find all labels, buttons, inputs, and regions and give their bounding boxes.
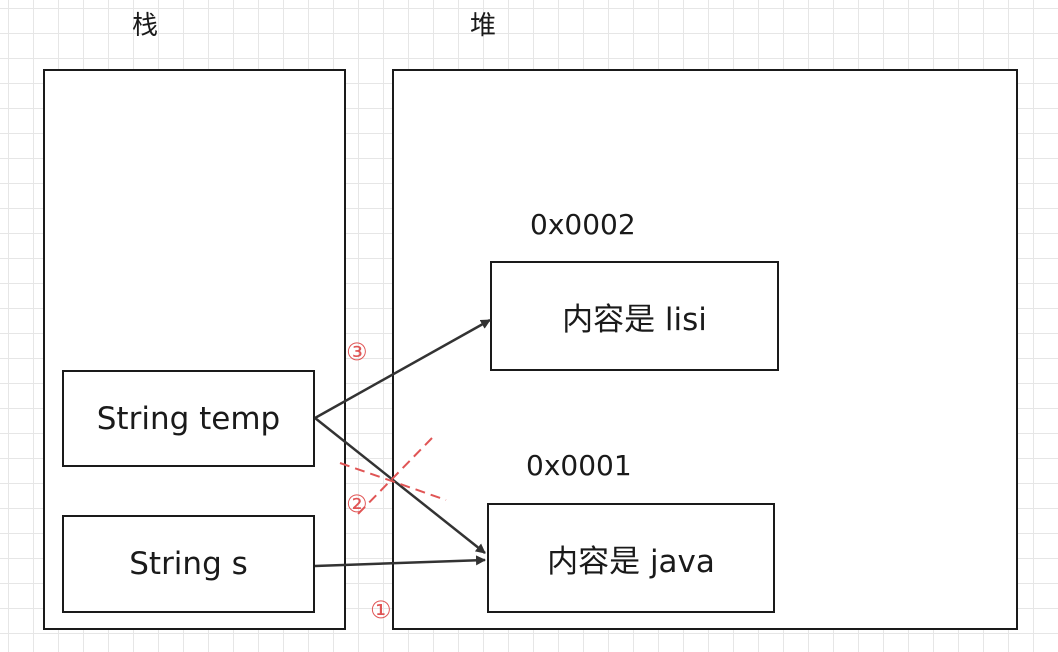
arrow-temp-to-java bbox=[314, 417, 486, 554]
step-marker-3: ③ bbox=[346, 338, 368, 366]
arrows-layer bbox=[314, 318, 491, 568]
step-marker-1: ① bbox=[370, 596, 392, 624]
memory-diagram: 栈 堆 String temp String s 0x0002 内容是 lisi… bbox=[0, 0, 1058, 652]
arrow-temp-to-lisi bbox=[314, 318, 491, 420]
step-marker-2: ② bbox=[346, 490, 368, 518]
arrow-s-to-java bbox=[314, 555, 486, 568]
